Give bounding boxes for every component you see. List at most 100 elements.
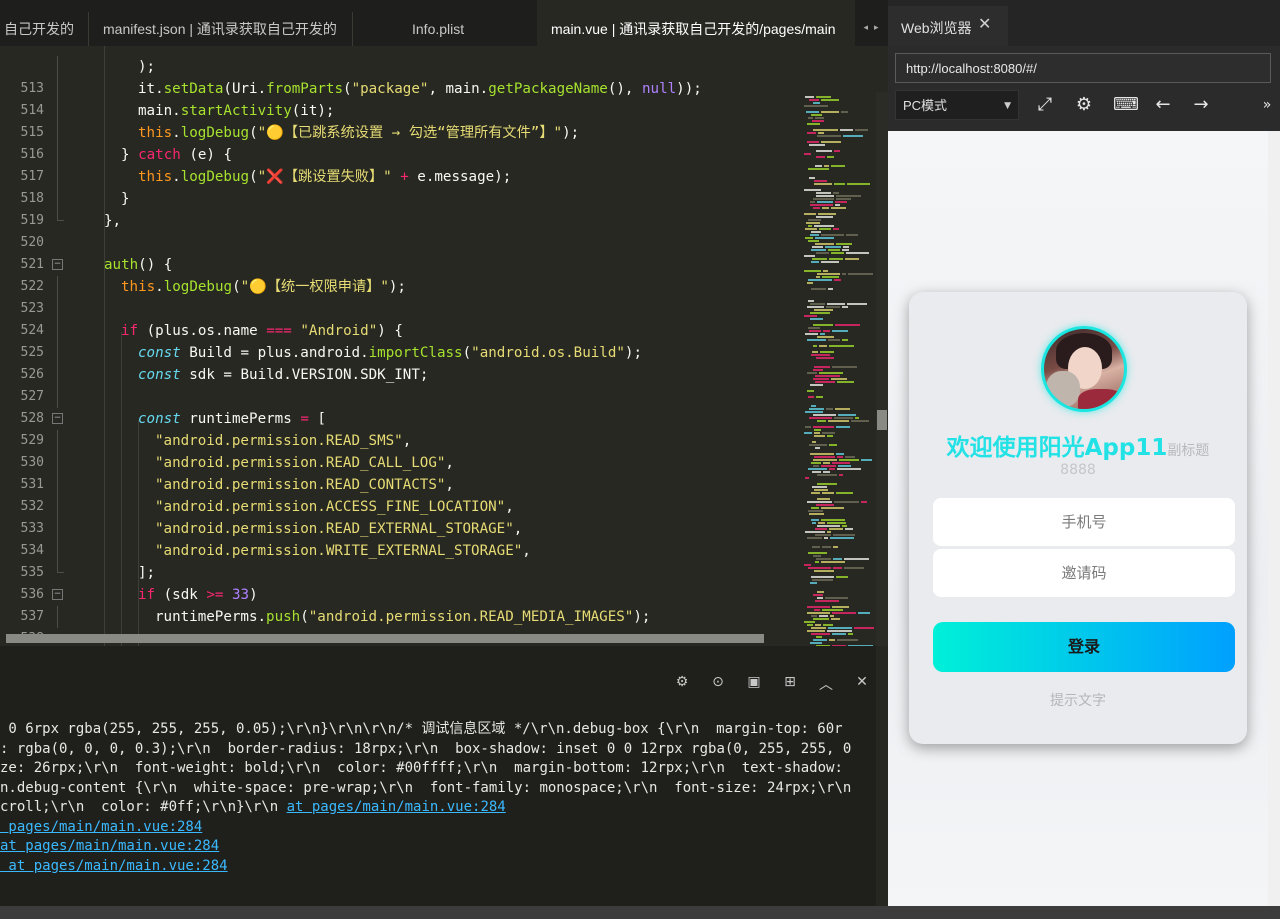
minimap-stroke bbox=[846, 234, 858, 236]
invite-code-input[interactable]: 邀请码 bbox=[933, 549, 1235, 597]
gear-icon[interactable]: ⚙ bbox=[1073, 94, 1095, 116]
minimap-stroke bbox=[810, 384, 823, 386]
browser-scrollbar[interactable] bbox=[1268, 131, 1280, 906]
device-mode-select[interactable]: PC模式 ▼ bbox=[895, 90, 1019, 120]
tab-scroll-arrows[interactable]: ◂ ▸ bbox=[858, 14, 884, 42]
fold-guide bbox=[57, 474, 58, 496]
tab-main-vue[interactable]: main.vue | 通讯录获取自己开发的/pages/main bbox=[537, 0, 855, 46]
status-bar bbox=[0, 906, 1280, 919]
code-line: 538 runtimePerms.push("android.permissio… bbox=[0, 606, 800, 646]
bug-icon[interactable]: ⚙ bbox=[672, 674, 692, 694]
minimap-stroke bbox=[805, 96, 814, 98]
minimap-stroke bbox=[844, 567, 864, 569]
minimap-stroke bbox=[834, 183, 845, 185]
fold-guide-end bbox=[57, 572, 64, 573]
more-icon[interactable]: » bbox=[1256, 94, 1278, 116]
chevron-down-icon: ▼ bbox=[1004, 101, 1011, 111]
minimap-stroke bbox=[807, 339, 826, 341]
minimap-stroke bbox=[829, 639, 835, 641]
minimap-stroke bbox=[848, 273, 873, 275]
fold-collapse-icon[interactable]: − bbox=[52, 413, 63, 424]
minimap-stroke bbox=[812, 246, 823, 248]
source-link[interactable]: at pages/main/main.vue:284 bbox=[0, 858, 227, 874]
code-line: 523 this.logDebug("🟡【统一权限申请】"); bbox=[0, 276, 800, 316]
minimap-stroke bbox=[819, 372, 843, 374]
tab-partial[interactable]: 自己开发的 bbox=[0, 0, 88, 46]
minimap-stroke bbox=[808, 552, 827, 554]
minimap-stroke bbox=[818, 132, 824, 134]
source-link[interactable]: at pages/main/main.vue:284 bbox=[0, 838, 219, 854]
play-circle-icon[interactable]: ⊙ bbox=[708, 674, 728, 694]
minimap-stroke bbox=[855, 417, 859, 419]
tab-manifest[interactable]: manifest.json | 通讯录获取自己开发的 bbox=[103, 0, 343, 46]
code-line: 520 }, bbox=[0, 210, 800, 250]
login-button[interactable]: 登录 bbox=[933, 622, 1235, 672]
close-panel-icon[interactable]: ✕ bbox=[852, 674, 872, 694]
minimap-stroke bbox=[816, 150, 832, 152]
minimap-stroke bbox=[842, 249, 849, 251]
minimap-stroke bbox=[839, 474, 843, 476]
resize-icon[interactable]: ⤢ bbox=[1034, 94, 1056, 116]
forward-arrow-icon[interactable]: → bbox=[1190, 94, 1212, 116]
editor-horizontal-scrollbar[interactable] bbox=[6, 634, 764, 643]
back-arrow-icon[interactable]: ← bbox=[1152, 94, 1174, 116]
minimap-stroke bbox=[831, 207, 846, 209]
code-editor[interactable]: 513 ); 514 it.setData(Uri.fromParts("pac… bbox=[0, 46, 888, 646]
minimap-stroke bbox=[805, 477, 809, 479]
tab-left-arrow-icon[interactable]: ◂ bbox=[863, 23, 868, 33]
minimap-stroke bbox=[805, 426, 811, 428]
minimap-stroke bbox=[817, 597, 823, 599]
minimap-stroke bbox=[837, 381, 854, 383]
fold-collapse-icon[interactable]: − bbox=[52, 589, 63, 600]
minimap-stroke bbox=[838, 414, 856, 416]
minimap-stroke bbox=[805, 411, 823, 413]
minimap-stroke bbox=[823, 462, 830, 464]
minimap-stroke bbox=[822, 492, 834, 494]
minimap-stroke bbox=[811, 633, 830, 635]
editor-scroll-thumb[interactable] bbox=[877, 410, 887, 430]
minimap-stroke bbox=[836, 426, 850, 428]
minimap-stroke bbox=[812, 258, 827, 260]
minimap-stroke bbox=[842, 273, 846, 275]
code-line: 531 "android.permission.READ_CALL_LOG", bbox=[0, 452, 800, 492]
minimap-stroke bbox=[831, 165, 845, 167]
minimap-stroke bbox=[816, 396, 823, 398]
tab-right-arrow-icon[interactable]: ▸ bbox=[874, 23, 879, 33]
minimap-stroke bbox=[845, 258, 859, 260]
fold-collapse-icon[interactable]: − bbox=[52, 259, 63, 270]
fold-guide bbox=[57, 320, 58, 342]
minimap-stroke bbox=[835, 201, 847, 203]
minimap-stroke bbox=[818, 522, 825, 524]
minimap-stroke bbox=[834, 501, 859, 503]
minimap-stroke bbox=[809, 417, 832, 419]
minimap-stroke bbox=[841, 111, 848, 113]
minimap-stroke bbox=[825, 597, 848, 599]
close-icon[interactable]: ✕ bbox=[978, 14, 991, 33]
minimap-stroke bbox=[809, 513, 824, 515]
terminal-icon[interactable]: ⌨ bbox=[1113, 94, 1139, 116]
minimap-stroke bbox=[833, 546, 838, 548]
minimap-stroke bbox=[817, 483, 837, 485]
minimap-stroke bbox=[815, 165, 822, 167]
source-link[interactable]: pages/main/main.vue:284 bbox=[0, 819, 202, 835]
fold-guide bbox=[57, 386, 58, 408]
minimap-stroke bbox=[821, 99, 839, 101]
browser-tab[interactable]: Web浏览器 ✕ bbox=[888, 6, 1008, 46]
source-link[interactable]: at pages/main/main.vue:284 bbox=[287, 799, 506, 815]
tab-info-plist[interactable]: Info.plist bbox=[412, 0, 492, 46]
clear-icon[interactable]: ⊞ bbox=[780, 674, 800, 694]
minimap-stroke bbox=[832, 606, 849, 608]
code-line: 528 bbox=[0, 386, 800, 426]
minimap-stroke bbox=[807, 606, 830, 608]
minimap-stroke bbox=[815, 381, 835, 383]
code-minimap[interactable] bbox=[802, 96, 876, 646]
minimap-stroke bbox=[807, 624, 813, 626]
phone-input[interactable]: 手机号 bbox=[933, 498, 1235, 546]
stop-icon[interactable]: ▣ bbox=[744, 674, 764, 694]
minimap-stroke bbox=[816, 504, 834, 506]
editor-vertical-scrollbar[interactable] bbox=[876, 92, 888, 646]
url-input[interactable]: http://localhost:8080/#/ bbox=[895, 53, 1271, 83]
collapse-icon[interactable]: ︿ bbox=[816, 674, 836, 694]
code-line: 515 main.startActivity(it); bbox=[0, 100, 800, 140]
console-scrollbar[interactable] bbox=[876, 646, 888, 906]
